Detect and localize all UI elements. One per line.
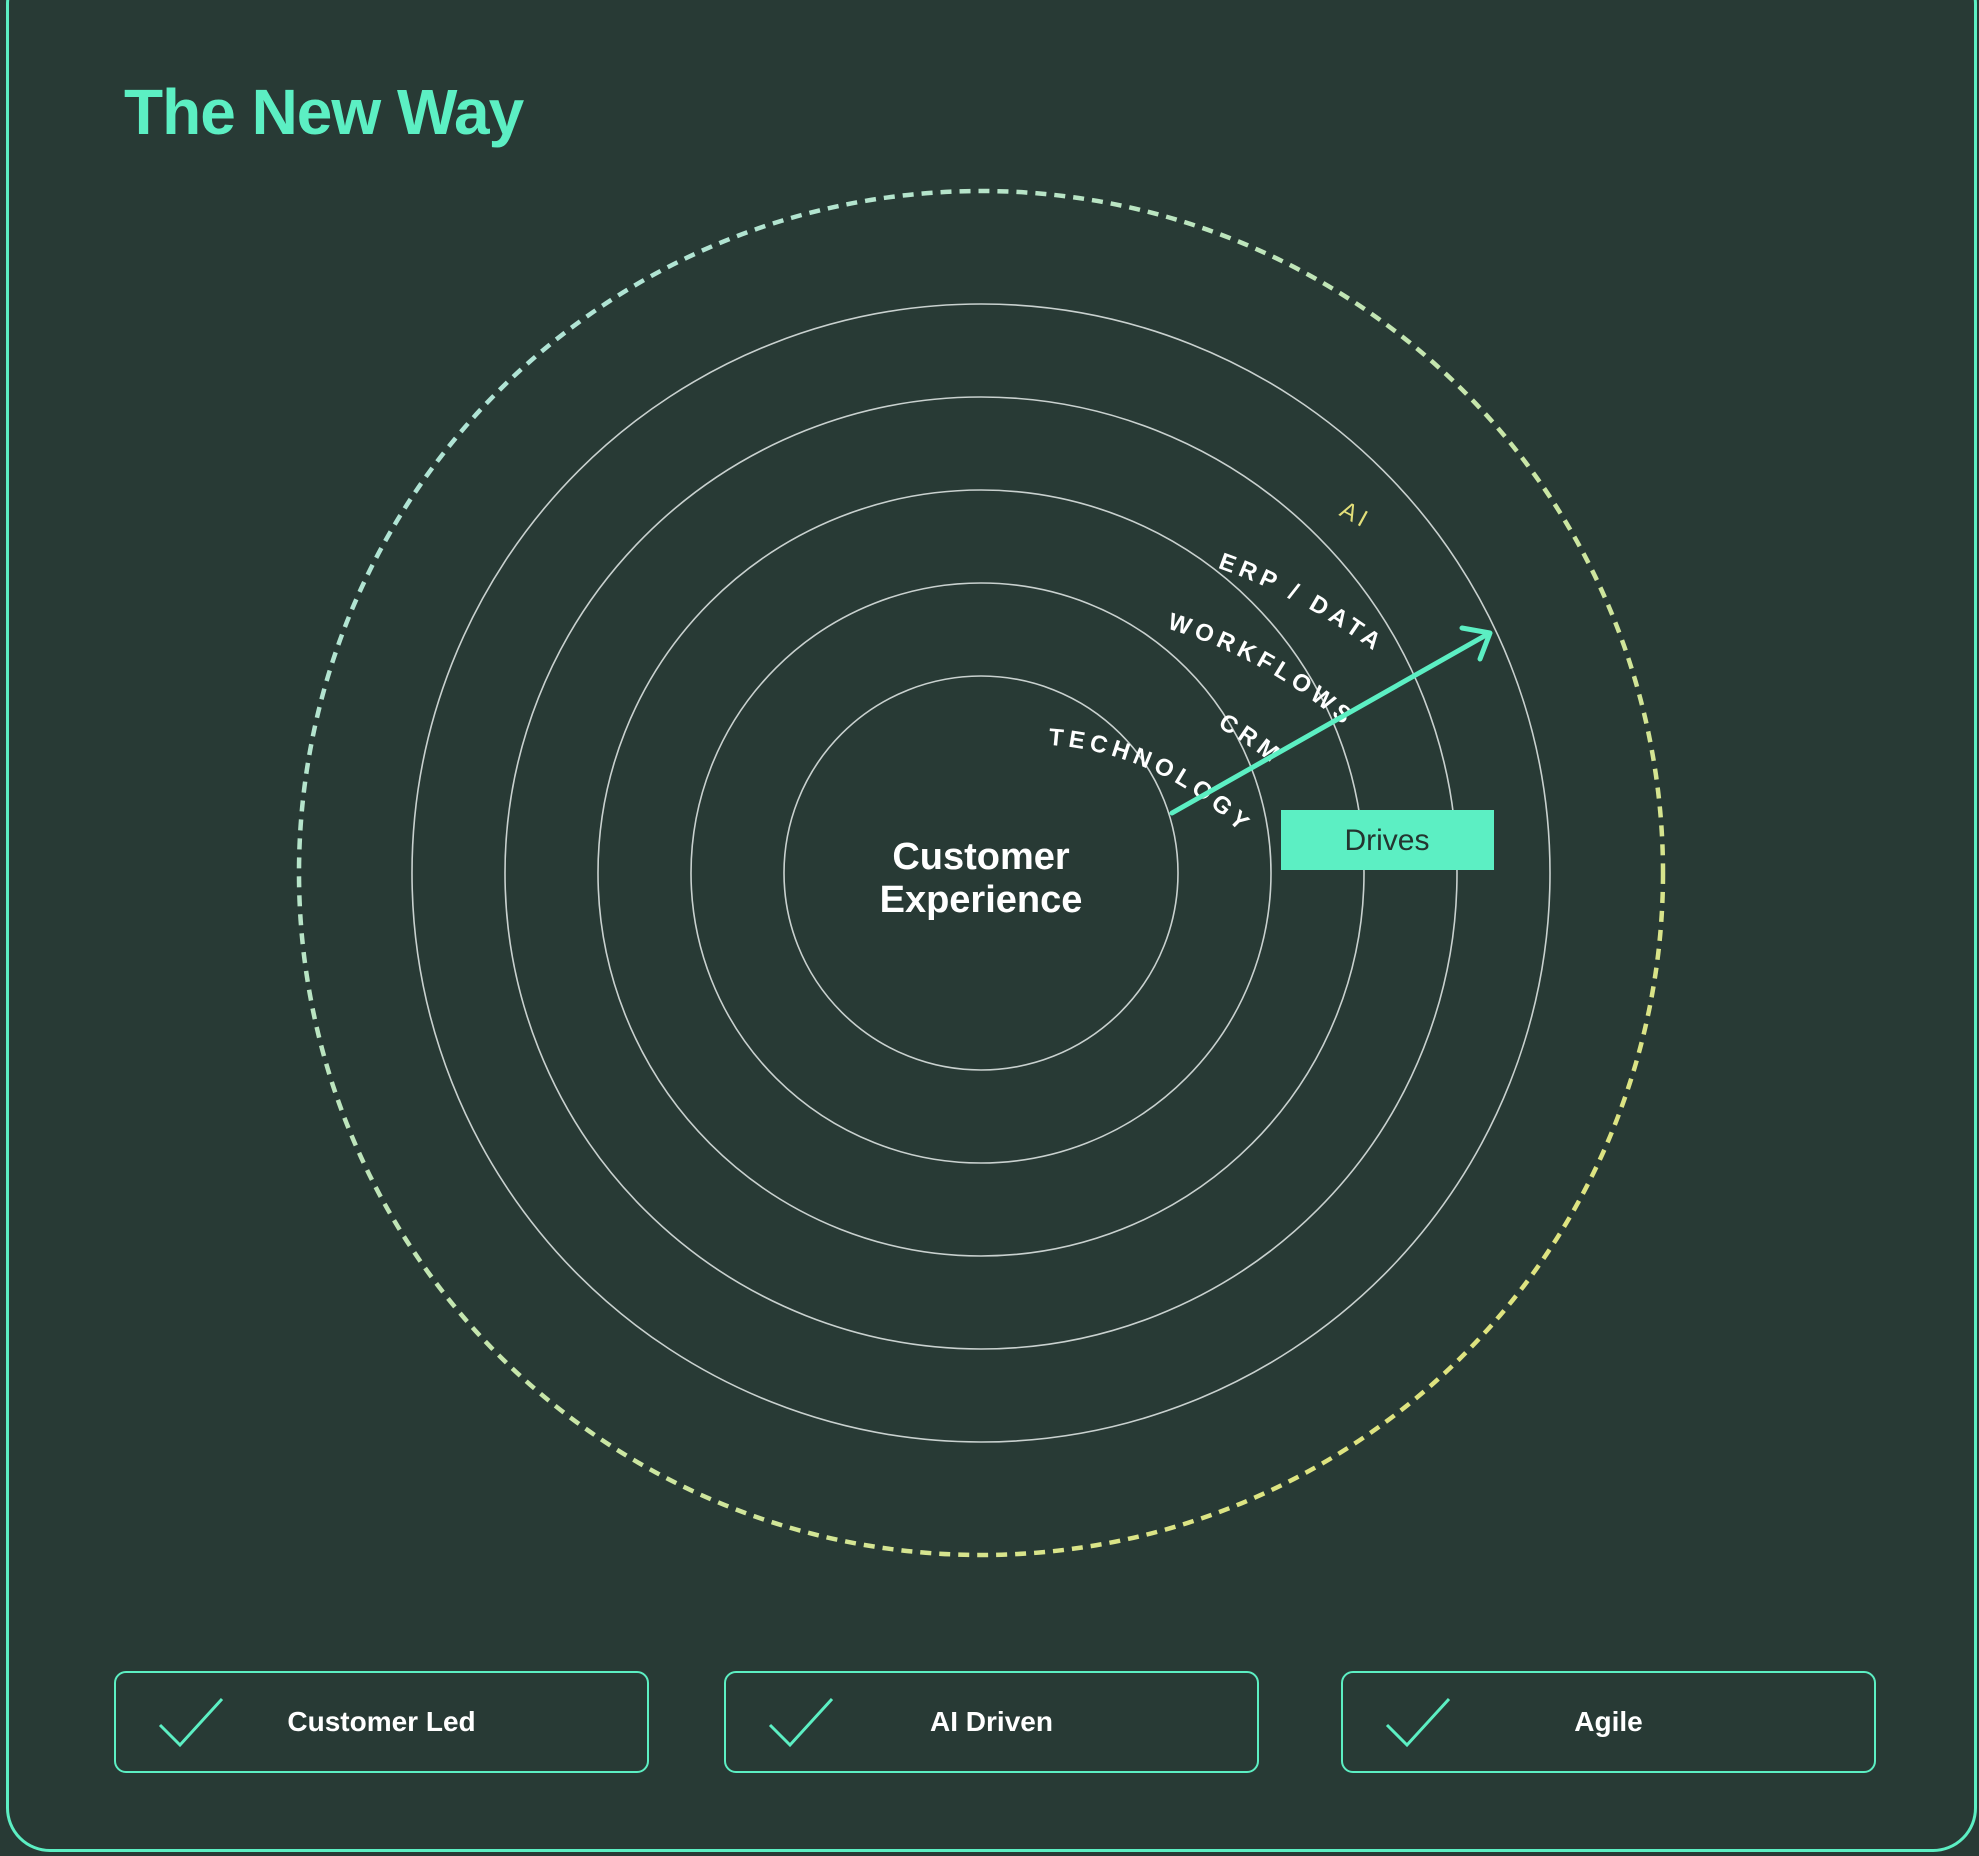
principle-label: Agile [1574, 1706, 1643, 1737]
center-label-line1: Customer [892, 836, 1070, 878]
principle-ai-driven: AI Driven [724, 1671, 1259, 1773]
principle-label: AI Driven [930, 1706, 1053, 1737]
center-label-line2: Experience [880, 879, 1083, 921]
drives-arrow [1169, 625, 1493, 816]
ring-label-ai: AI [1336, 496, 1376, 534]
concentric-diagram: TECHNOLOGY CRM WORKFLOWS ERP / DATA AI D… [296, 188, 1666, 1558]
principle-agile: Agile [1341, 1671, 1876, 1773]
ring-label-crm: CRM [1214, 708, 1287, 770]
principle-label: Customer Led [287, 1706, 476, 1737]
drives-label: Drives [1344, 824, 1429, 857]
principle-customer-led: Customer Led [114, 1671, 649, 1773]
page: The New Way TECHNOLOGY CRM [0, 0, 1979, 1856]
ring-label-erp-data: ERP / DATA [1215, 548, 1389, 658]
